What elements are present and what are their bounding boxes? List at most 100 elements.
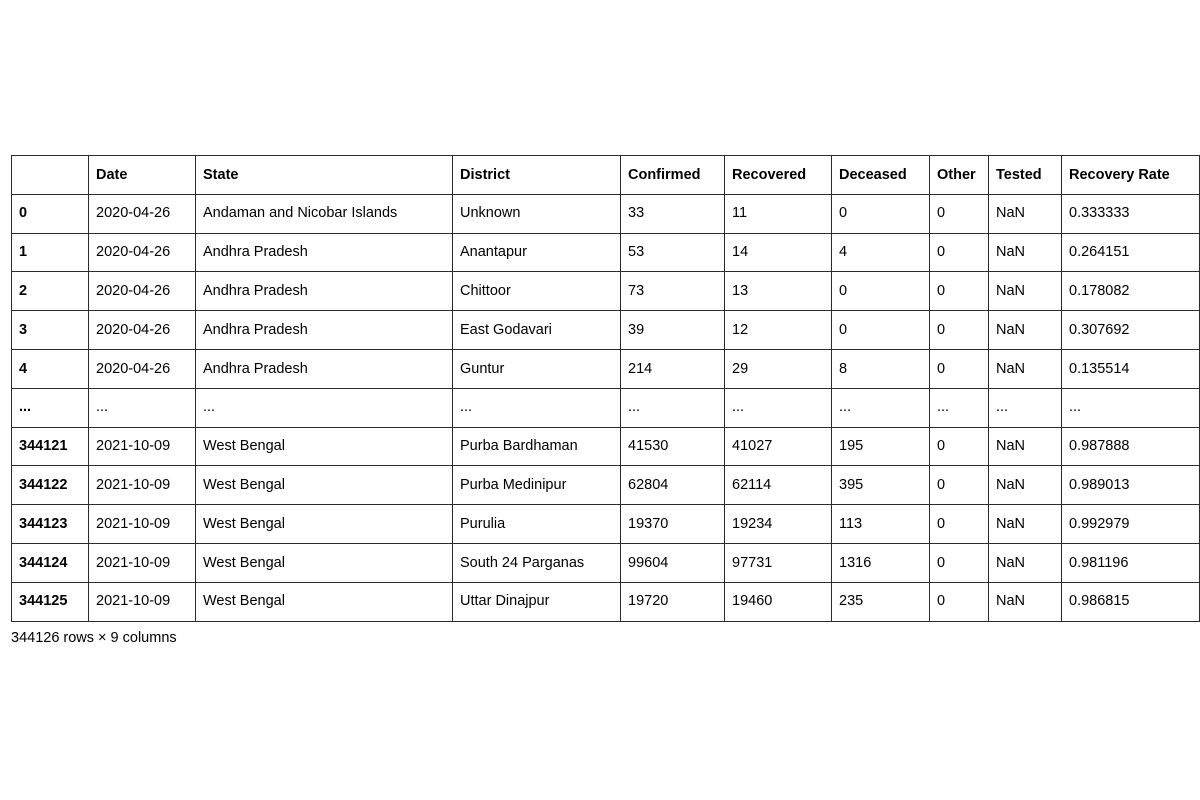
cell-recovered: 41027 [724, 426, 832, 467]
cell-recovered: 12 [724, 310, 832, 350]
cell-recovery-rate: 0.264151 [1061, 232, 1200, 273]
cell-recovered: 13 [724, 271, 832, 312]
table-row: 4 2020-04-26 Andhra Pradesh Guntur 214 2… [11, 348, 1200, 389]
cell-date: 2021-10-09 [88, 542, 196, 583]
cell-date: 2020-04-26 [88, 193, 196, 234]
cell-deceased: 1316 [831, 542, 930, 583]
column-header-other: Other [929, 155, 989, 195]
cell-date: 2020-04-26 [88, 232, 196, 273]
cell-tested: ... [988, 387, 1062, 428]
cell-other: 0 [929, 542, 989, 583]
cell-tested: NaN [988, 310, 1062, 350]
row-index: 4 [11, 348, 89, 389]
cell-recovery-rate: 0.986815 [1061, 581, 1200, 622]
cell-district: Chittoor [452, 271, 621, 312]
cell-recovery-rate: 0.178082 [1061, 271, 1200, 312]
cell-deceased: 395 [831, 465, 930, 506]
cell-tested: NaN [988, 232, 1062, 273]
cell-deceased: 4 [831, 232, 930, 273]
cell-state: West Bengal [195, 542, 453, 583]
cell-recovery-rate: 0.307692 [1061, 310, 1200, 350]
cell-state: Andhra Pradesh [195, 348, 453, 389]
cell-deceased: 113 [831, 504, 930, 544]
cell-date: 2021-10-09 [88, 426, 196, 467]
cell-recovered: 62114 [724, 465, 832, 506]
cell-confirmed: 33 [620, 193, 725, 234]
row-index: ... [11, 387, 89, 428]
row-index: 1 [11, 232, 89, 273]
cell-recovery-rate: ... [1061, 387, 1200, 428]
cell-tested: NaN [988, 504, 1062, 544]
cell-district: Purulia [452, 504, 621, 544]
dataframe-head: Date State District Confirmed Recovered … [11, 155, 1200, 195]
column-header-tested: Tested [988, 155, 1062, 195]
cell-deceased: 0 [831, 193, 930, 234]
cell-other: 0 [929, 504, 989, 544]
row-index: 344124 [11, 542, 89, 583]
cell-other: 0 [929, 310, 989, 350]
cell-confirmed: 99604 [620, 542, 725, 583]
column-header-confirmed: Confirmed [620, 155, 725, 195]
table-row: 3 2020-04-26 Andhra Pradesh East Godavar… [11, 310, 1200, 350]
table-row: 344122 2021-10-09 West Bengal Purba Medi… [11, 465, 1200, 506]
cell-tested: NaN [988, 465, 1062, 506]
cell-recovered: ... [724, 387, 832, 428]
cell-date: 2020-04-26 [88, 271, 196, 312]
cell-district: East Godavari [452, 310, 621, 350]
cell-confirmed: ... [620, 387, 725, 428]
cell-tested: NaN [988, 581, 1062, 622]
table-row: 344124 2021-10-09 West Bengal South 24 P… [11, 542, 1200, 583]
row-index: 3 [11, 310, 89, 350]
cell-confirmed: 214 [620, 348, 725, 389]
table-row: 344123 2021-10-09 West Bengal Purulia 19… [11, 504, 1200, 544]
cell-other: 0 [929, 232, 989, 273]
row-index: 0 [11, 193, 89, 234]
dataframe-body: 0 2020-04-26 Andaman and Nicobar Islands… [11, 193, 1200, 622]
column-header-district: District [452, 155, 621, 195]
cell-district: Anantapur [452, 232, 621, 273]
column-header-recovery-rate: Recovery Rate [1061, 155, 1200, 195]
cell-other: 0 [929, 426, 989, 467]
cell-date: 2020-04-26 [88, 310, 196, 350]
cell-state: Andhra Pradesh [195, 310, 453, 350]
dataframe-shape-caption: 344126 rows × 9 columns [11, 630, 177, 646]
column-header-recovered: Recovered [724, 155, 832, 195]
cell-district: South 24 Parganas [452, 542, 621, 583]
column-header-index [11, 155, 89, 195]
cell-tested: NaN [988, 542, 1062, 583]
cell-state: West Bengal [195, 465, 453, 506]
cell-recovery-rate: 0.987888 [1061, 426, 1200, 467]
cell-other: 0 [929, 348, 989, 389]
notebook-output-page: Date State District Confirmed Recovered … [0, 0, 1200, 800]
cell-deceased: 0 [831, 271, 930, 312]
cell-recovered: 97731 [724, 542, 832, 583]
cell-confirmed: 73 [620, 271, 725, 312]
cell-deceased: 195 [831, 426, 930, 467]
cell-district: Purba Bardhaman [452, 426, 621, 467]
cell-recovery-rate: 0.981196 [1061, 542, 1200, 583]
column-header-state: State [195, 155, 453, 195]
cell-confirmed: 62804 [620, 465, 725, 506]
cell-recovered: 29 [724, 348, 832, 389]
cell-date: 2021-10-09 [88, 504, 196, 544]
cell-other: 0 [929, 465, 989, 506]
cell-confirmed: 19370 [620, 504, 725, 544]
cell-state: Andhra Pradesh [195, 232, 453, 273]
cell-deceased: 8 [831, 348, 930, 389]
row-index: 2 [11, 271, 89, 312]
cell-recovery-rate: 0.992979 [1061, 504, 1200, 544]
cell-tested: NaN [988, 426, 1062, 467]
table-row: 1 2020-04-26 Andhra Pradesh Anantapur 53… [11, 232, 1200, 273]
dataframe-table: Date State District Confirmed Recovered … [11, 155, 1200, 622]
cell-deceased: ... [831, 387, 930, 428]
cell-deceased: 0 [831, 310, 930, 350]
cell-other: 0 [929, 581, 989, 622]
cell-recovered: 14 [724, 232, 832, 273]
cell-confirmed: 41530 [620, 426, 725, 467]
row-index: 344123 [11, 504, 89, 544]
cell-district: Unknown [452, 193, 621, 234]
cell-date: 2021-10-09 [88, 581, 196, 622]
cell-deceased: 235 [831, 581, 930, 622]
cell-state: West Bengal [195, 504, 453, 544]
table-row-ellipsis: ... ... ... ... ... ... ... ... ... ... [11, 387, 1200, 428]
